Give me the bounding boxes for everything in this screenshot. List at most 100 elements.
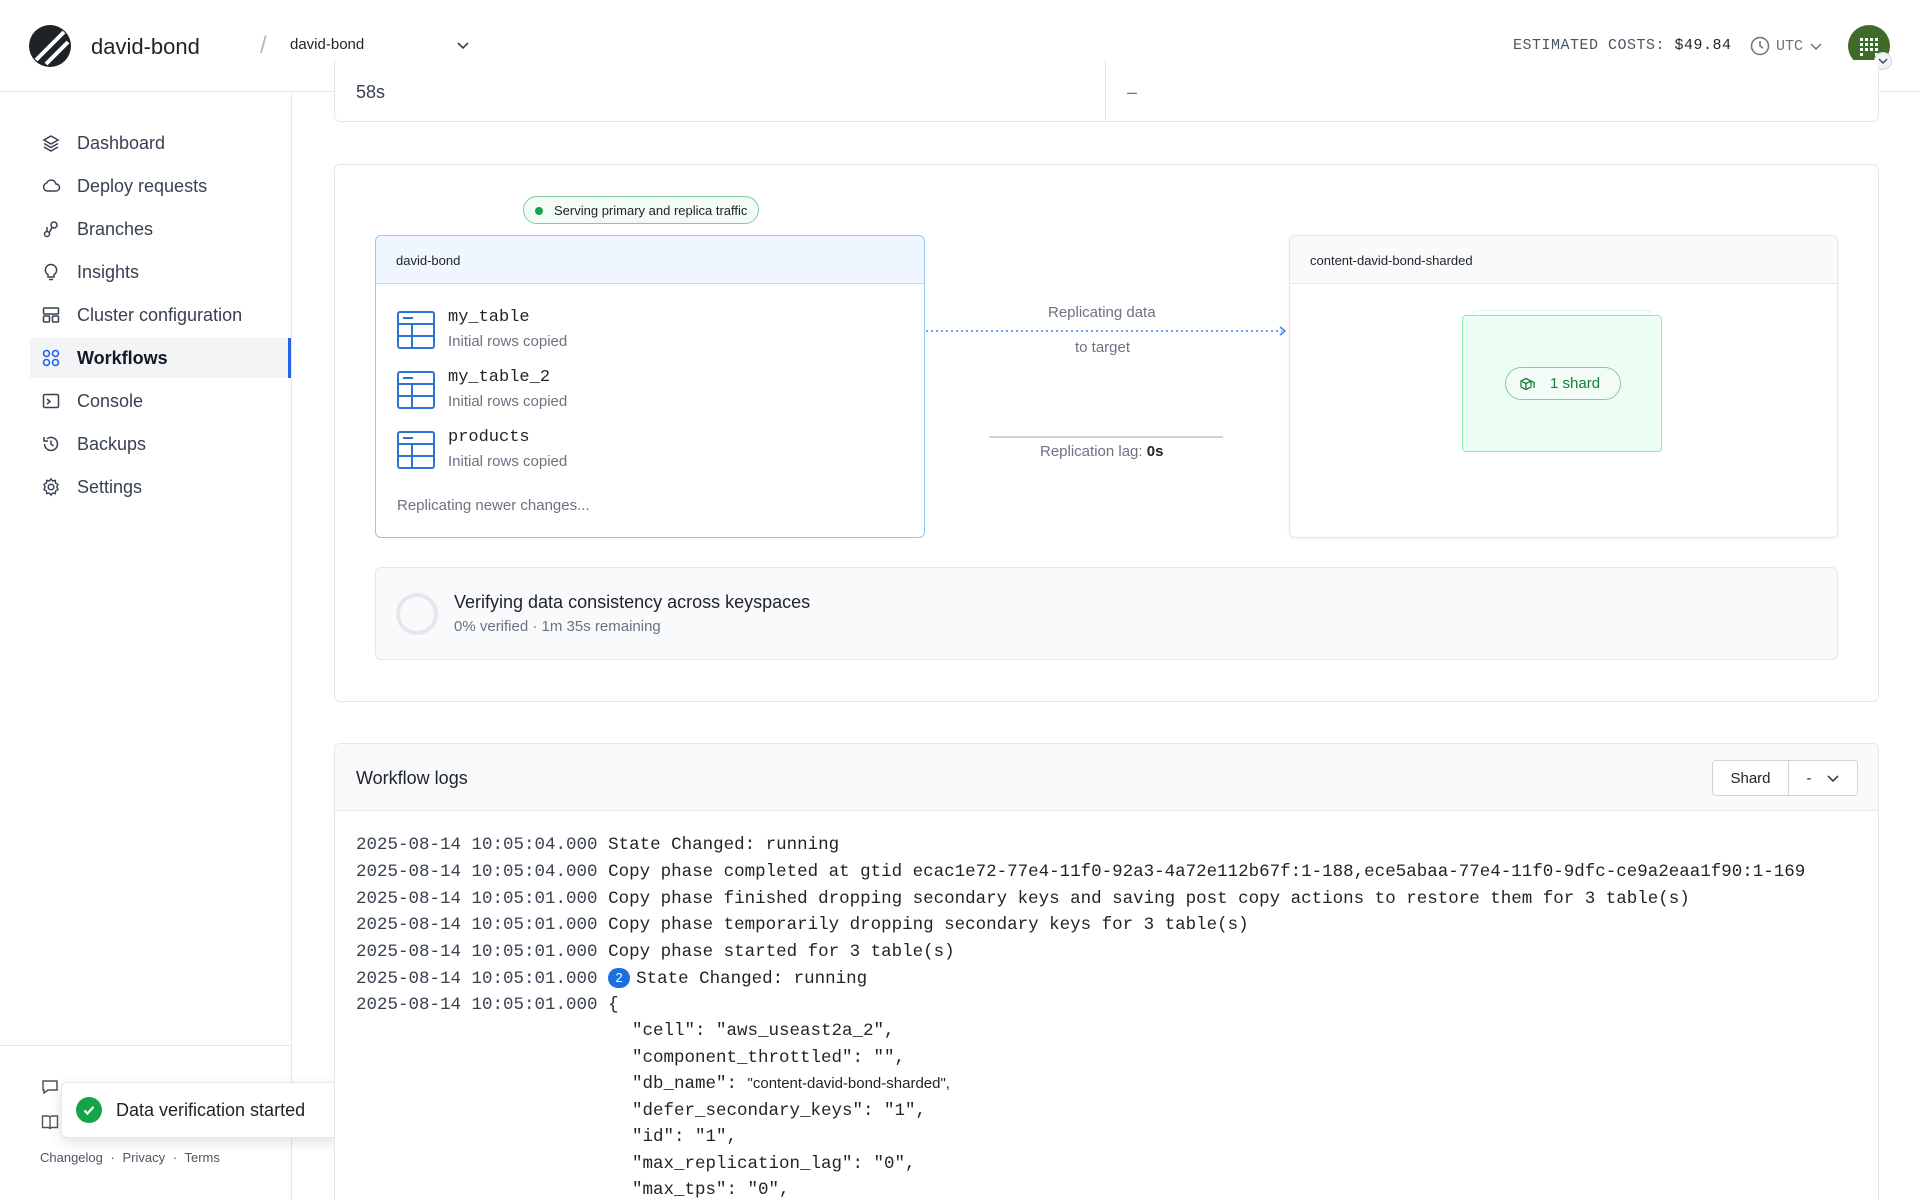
planetscale-logo-icon[interactable] <box>28 24 72 68</box>
sidebar-item-branches[interactable]: Branches <box>30 209 291 249</box>
logs-title: Workflow logs <box>356 768 468 788</box>
log-json-line: "db_name": "content-david-bond-sharded", <box>632 1074 950 1094</box>
replicating-status: Replicating newer changes... <box>397 497 590 514</box>
table-name: products <box>448 428 530 447</box>
source-keyspace-box: david-bond my_table Initial rows copied … <box>375 235 925 538</box>
summary-duration: 58s <box>356 82 386 102</box>
sidebar-item-console[interactable]: Console <box>30 381 291 421</box>
terms-link[interactable]: Terms <box>184 1150 219 1165</box>
verification-title: Verifying data consistency across keyspa… <box>454 592 811 612</box>
sidebar-item-label: Deploy requests <box>77 175 208 196</box>
log-timestamp: 2025-08-14 10:05:01.000 <box>356 995 598 1015</box>
backup-icon <box>43 436 59 452</box>
log-json-line: "component_throttled": "", <box>632 1048 906 1068</box>
log-message: State Changed: running <box>608 835 840 855</box>
log-timestamp: 2025-08-14 10:05:04.000 <box>356 835 598 855</box>
log-json-line: "cell": "aws_useast2a_2", <box>632 1021 895 1041</box>
sidebar-item-backups[interactable]: Backups <box>30 424 291 464</box>
log-timestamp: 2025-08-14 10:05:01.000 <box>356 889 598 909</box>
cluster-icon <box>42 307 60 323</box>
clock-icon <box>1750 36 1770 56</box>
logs-header: Workflow logs Shard - <box>335 744 1878 811</box>
privacy-link[interactable]: Privacy <box>122 1150 165 1165</box>
sidebar-item-label: Insights <box>77 261 140 282</box>
chat-icon[interactable] <box>40 1077 60 1097</box>
sidebar-item-settings[interactable]: Settings <box>30 467 291 507</box>
table-row: my_table Initial rows copied <box>397 308 797 358</box>
timezone-value: UTC <box>1776 37 1804 55</box>
sidebar: Dashboard Deploy requests Branches Insig… <box>0 92 292 1200</box>
table-status: Initial rows copied <box>448 393 568 410</box>
sidebar-item-deploy-requests[interactable]: Deploy requests <box>30 166 291 206</box>
workflow-icon <box>42 349 60 367</box>
shard-filter-select[interactable]: Shard - <box>1712 760 1858 796</box>
repeat-count-badge[interactable]: 2 <box>608 968 631 988</box>
check-circle-icon <box>76 1097 102 1123</box>
log-entry: 2025-08-14 10:05:01.000 2 State Changed: … <box>356 968 867 989</box>
replication-lag: Replication lag: 0s <box>1040 443 1163 460</box>
sidebar-item-label: Console <box>77 390 144 411</box>
estimated-costs: ESTIMATED COSTS: $49.84 <box>1513 37 1732 54</box>
log-timestamp: 2025-08-14 10:05:01.000 <box>356 969 598 989</box>
sidebar-item-workflows[interactable]: Workflows <box>30 338 291 378</box>
table-icon <box>397 311 435 349</box>
log-timestamp: 2025-08-14 10:05:01.000 <box>356 942 598 962</box>
sidebar-divider <box>0 1045 292 1046</box>
sidebar-item-cluster-configuration[interactable]: Cluster configuration <box>30 295 291 335</box>
serving-traffic-badge: Serving primary and replica traffic <box>523 196 760 224</box>
replication-lag-bar <box>989 436 1223 438</box>
shard-filter-label: Shard <box>1713 761 1789 795</box>
table-row: my_table_2 Initial rows copied <box>397 368 797 418</box>
log-timestamp: 2025-08-14 10:05:04.000 <box>356 862 598 882</box>
log-message: Copy phase finished dropping secondary k… <box>608 889 1690 909</box>
log-json-line: "id": "1", <box>632 1127 738 1147</box>
replication-label: Replicating data <box>1048 304 1156 321</box>
log-message: Copy phase started for 3 table(s) <box>608 942 955 962</box>
sidebar-item-label: Dashboard <box>77 132 166 153</box>
footer-separator: · <box>110 1150 115 1165</box>
breadcrumb-separator: / <box>260 32 267 59</box>
timezone-select[interactable]: UTC <box>1750 34 1823 58</box>
cubes-icon <box>1520 377 1535 390</box>
sidebar-item-label: Settings <box>77 476 143 497</box>
replication-lag-label: Replication lag: <box>1040 443 1143 460</box>
bulb-icon <box>44 263 58 281</box>
replication-label-target: to target <box>1075 339 1131 356</box>
log-entry: 2025-08-14 10:05:01.000 Copy phase start… <box>356 942 955 962</box>
shard-filter-selected: - <box>1806 769 1812 787</box>
toast-message: Data verification started <box>116 1099 306 1120</box>
verification-panel <box>375 567 1838 660</box>
shard-count-label: 1 shard <box>1550 375 1601 392</box>
sidebar-item-dashboard[interactable]: Dashboard <box>30 123 291 163</box>
sidebar-item-label: Workflows <box>77 347 168 368</box>
summary-empty-value: – <box>1127 82 1138 102</box>
verification-progress: 0% verified · 1m 35s remaining <box>454 618 661 635</box>
shard-filter-value[interactable]: - <box>1789 761 1857 795</box>
sidebar-item-label: Branches <box>77 218 154 239</box>
log-entry: 2025-08-14 10:05:04.000 State Changed: r… <box>356 835 839 855</box>
table-status: Initial rows copied <box>448 333 568 350</box>
log-message: State Changed: running <box>636 969 868 989</box>
status-dot-icon <box>535 207 543 215</box>
log-json-line: "defer_secondary_keys": "1", <box>632 1101 927 1121</box>
table-icon <box>397 371 435 409</box>
database-select[interactable]: david-bond <box>290 36 470 58</box>
log-entry: 2025-08-14 10:05:04.000 Copy phase compl… <box>356 862 1805 882</box>
replication-lag-value: 0s <box>1146 443 1164 460</box>
toast-notification: Data verification started <box>61 1082 342 1138</box>
progress-ring-icon <box>396 593 438 635</box>
changelog-link[interactable]: Changelog <box>40 1150 103 1165</box>
sidebar-item-insights[interactable]: Insights <box>30 252 291 292</box>
table-name: my_table_2 <box>448 368 551 387</box>
log-json-value: "content-david-bond-sharded", <box>747 1075 950 1092</box>
footer-separator: · <box>172 1150 178 1165</box>
footer-links: Changelog · Privacy · Terms <box>40 1150 224 1165</box>
summary-divider <box>1105 60 1106 122</box>
book-icon[interactable] <box>40 1112 60 1132</box>
log-entry: 2025-08-14 10:05:01.000 Copy phase tempo… <box>356 915 1249 935</box>
cloud-icon <box>42 179 61 192</box>
chevron-down-icon <box>457 42 469 50</box>
sidebar-item-label: Cluster configuration <box>77 304 243 325</box>
table-icon <box>397 431 435 469</box>
org-name[interactable]: david-bond <box>91 34 200 60</box>
